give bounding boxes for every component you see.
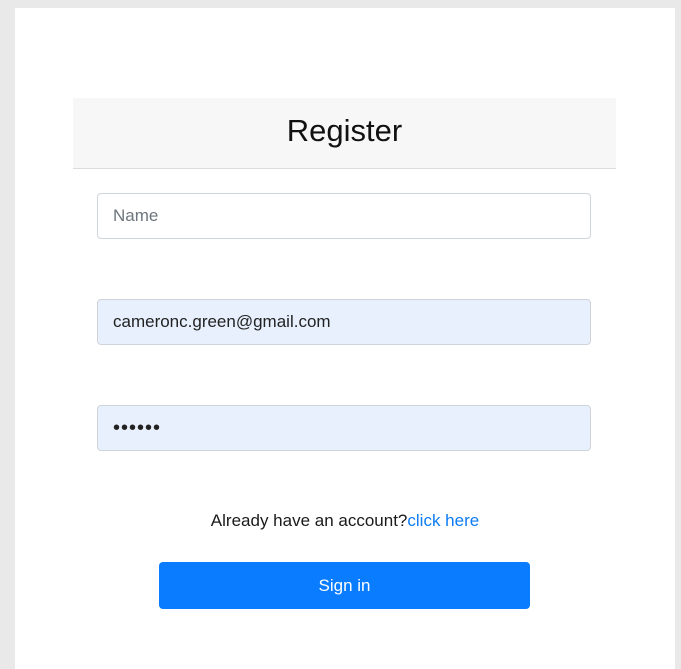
- account-prompt: Already have an account?click here: [15, 511, 675, 531]
- sign-in-button[interactable]: Sign in: [159, 562, 530, 609]
- name-input[interactable]: [97, 193, 591, 239]
- password-input[interactable]: [97, 405, 591, 451]
- account-prompt-text: Already have an account?: [210, 511, 408, 530]
- page-title: Register: [286, 113, 403, 148]
- login-link[interactable]: click here: [407, 511, 479, 530]
- email-input[interactable]: [97, 299, 591, 345]
- register-page: Register Already have an account?click h…: [15, 8, 675, 669]
- card-header: Register: [73, 98, 616, 169]
